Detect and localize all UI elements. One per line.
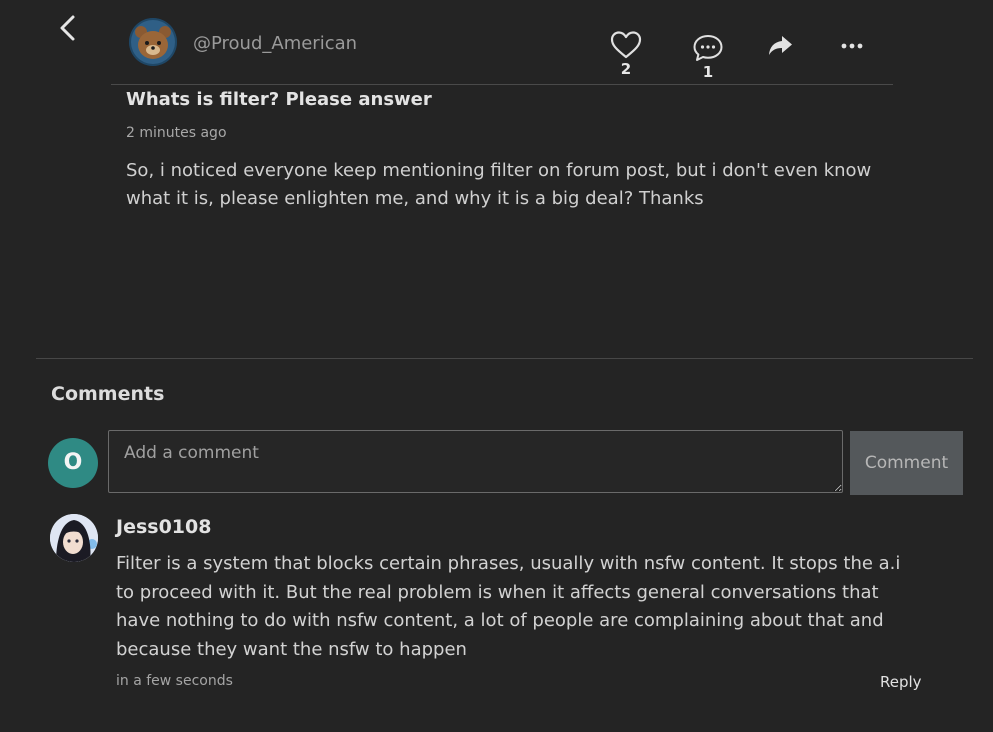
anime-avatar-image	[50, 514, 98, 562]
heart-icon	[610, 31, 642, 59]
comment-input[interactable]	[108, 430, 843, 493]
share-button[interactable]	[762, 34, 798, 62]
more-options-button[interactable]	[836, 36, 868, 60]
chevron-left-icon	[60, 15, 75, 41]
comment-body: Filter is a system that blocks certain p…	[116, 553, 901, 660]
current-user-avatar: O	[48, 438, 98, 488]
comments-heading: Comments	[51, 383, 165, 405]
speech-bubble-icon	[693, 35, 723, 61]
ellipsis-icon	[841, 43, 863, 49]
back-button[interactable]	[56, 14, 80, 44]
submit-comment-button[interactable]: Comment	[850, 431, 963, 495]
comment-count-button[interactable]: 1	[688, 33, 728, 81]
author-avatar[interactable]	[129, 18, 177, 66]
comment-count: 1	[702, 63, 714, 81]
post-body: So, i noticed everyone keep mentioning f…	[126, 160, 872, 209]
post-timestamp: 2 minutes ago	[126, 125, 227, 141]
commenter-avatar[interactable]	[50, 514, 98, 562]
post-title: Whats is filter? Please answer	[126, 89, 432, 110]
author-username[interactable]: @Proud_American	[193, 33, 357, 54]
like-button[interactable]: 2	[606, 30, 646, 78]
share-arrow-icon	[769, 36, 792, 55]
section-divider	[36, 358, 973, 359]
bear-avatar-image	[129, 18, 177, 66]
header-divider	[111, 84, 893, 85]
comment-timestamp: in a few seconds	[116, 673, 233, 689]
like-count: 2	[620, 60, 632, 78]
commenter-username[interactable]: Jess0108	[116, 516, 211, 538]
reply-button[interactable]: Reply	[880, 673, 922, 691]
